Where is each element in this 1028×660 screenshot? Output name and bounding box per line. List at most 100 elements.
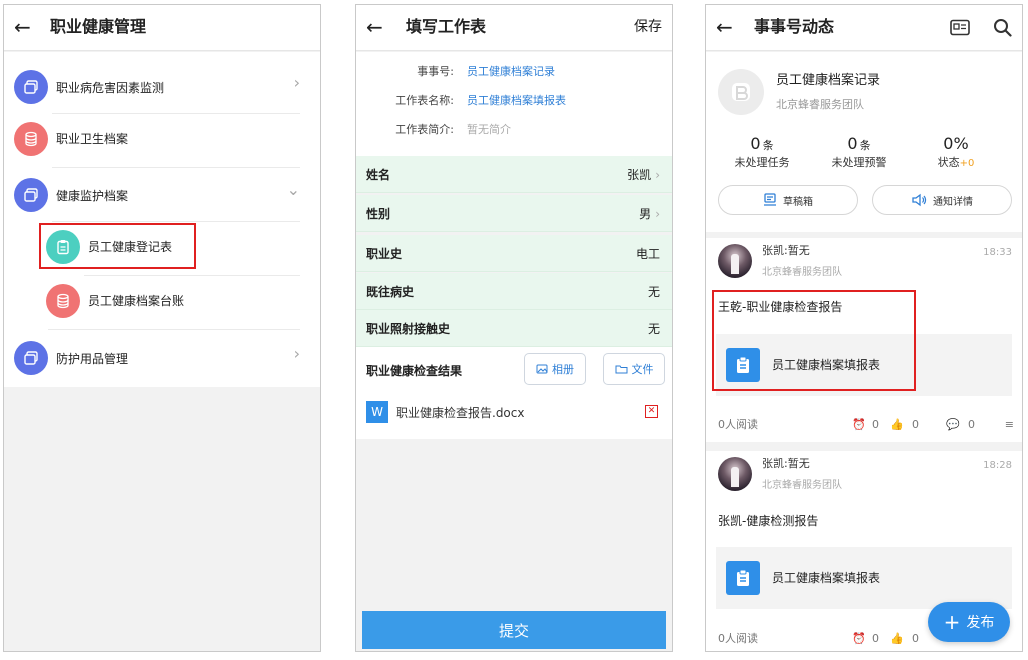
file-label: 文件	[631, 363, 654, 376]
menu-item-protective-equipment[interactable]: 防护用品管理 ›	[4, 330, 320, 384]
intro-value: 暂无简介	[467, 123, 511, 136]
menu-item-hygiene-archive[interactable]: 职业卫生档案	[4, 114, 320, 168]
menu-item-label: 职业病危害因素监测	[56, 81, 165, 95]
album-label: 相册	[552, 363, 574, 376]
stat-status: 0%	[943, 134, 969, 153]
page-title: 职业健康管理	[50, 17, 147, 36]
highlight-box	[712, 290, 916, 391]
alarm-count: 0	[872, 418, 879, 431]
attachment-name[interactable]: 职业健康检查报告.docx	[396, 405, 524, 421]
item-header: 员工健康档案记录 北京蜂睿服务团队 0条 未处理任务 0条 未处理预警 0% 状…	[706, 52, 1022, 232]
field-value: 无	[647, 322, 660, 336]
field-label: 姓名	[366, 168, 391, 182]
screen-item-feed: ← 事事号动态 员工健康档案记录 北京蜂睿服务团队 0条 未处理任务 0条 未处…	[705, 4, 1023, 652]
feed-post[interactable]: 张凯:暂无 北京蜂睿服务团队 18:33 王乾-职业健康检查报告 员工健康档案填…	[706, 238, 1022, 442]
like-icon[interactable]: 👍	[890, 631, 904, 647]
drafts-label: 草稿箱	[783, 196, 813, 208]
sheet-name-label: 工作表名称:	[395, 94, 454, 107]
field-label: 职业照射接触史	[366, 322, 451, 336]
alarm-icon[interactable]: ⏰	[852, 417, 866, 433]
post-team: 北京蜂睿服务团队	[762, 480, 842, 491]
chevron-right-icon: ›	[293, 73, 300, 92]
image-icon	[536, 364, 548, 374]
word-doc-icon: W	[366, 401, 388, 423]
drafts-button[interactable]: 草稿箱	[718, 185, 858, 215]
menu-item-label: 职业卫生档案	[56, 132, 129, 146]
chevron-right-icon: ›	[293, 344, 300, 363]
menu-item-label: 防护用品管理	[56, 352, 129, 366]
field-value: 电工	[635, 247, 660, 261]
stat-label: 未处理任务	[734, 156, 790, 169]
stat-pending-tasks: 0条	[750, 134, 774, 153]
folder-icon	[615, 365, 627, 374]
exam-result-label: 职业健康检查结果	[366, 364, 463, 378]
submenu-item-health-ledger[interactable]: 员工健康档案台账	[4, 276, 320, 330]
field-medical-history[interactable]: 既往病史 无	[356, 273, 672, 310]
field-value: 无	[647, 285, 660, 299]
highlight-box	[39, 223, 196, 269]
menu-item-hazard-monitoring[interactable]: 职业病危害因素监测 ›	[4, 60, 320, 114]
search-icon[interactable]	[993, 18, 1012, 41]
stat-pending-alerts: 0条	[847, 134, 871, 153]
stack-icon	[14, 178, 48, 212]
item-logo	[718, 69, 764, 115]
field-radiation-exposure[interactable]: 职业照射接触史 无	[356, 310, 672, 347]
save-button[interactable]: 保存	[634, 16, 662, 38]
back-arrow-icon[interactable]: ←	[366, 13, 383, 41]
alarm-icon[interactable]: ⏰	[852, 631, 866, 647]
top-bar: ← 职业健康管理	[4, 5, 320, 51]
speaker-icon	[912, 193, 927, 207]
avatar[interactable]	[718, 457, 752, 491]
item-team: 北京蜂睿服务团队	[776, 98, 864, 111]
item-name: 员工健康档案记录	[776, 73, 881, 88]
database-icon	[46, 284, 80, 318]
submit-button[interactable]: 提交	[362, 611, 666, 649]
field-value: 张凯	[627, 168, 652, 182]
read-count: 0人阅读	[718, 418, 758, 431]
screen-fill-worksheet: ← 填写工作表 保存 事事号: 员工健康档案记录 工作表名称: 员工健康档案填报…	[355, 4, 673, 652]
item-no-label: 事事号:	[417, 65, 454, 78]
comment-icon[interactable]: 💬	[946, 417, 960, 433]
publish-label: 发布	[966, 615, 995, 631]
item-no-link[interactable]: 员工健康档案记录	[467, 64, 555, 80]
page-title: 填写工作表	[406, 17, 487, 36]
delete-attachment-icon[interactable]: ✕	[645, 405, 658, 418]
field-occupation-history[interactable]: 职业史 电工	[356, 235, 672, 272]
post-author: 张凯:暂无	[762, 244, 810, 257]
page-title: 事事号动态	[754, 17, 835, 36]
read-count: 0人阅读	[718, 632, 758, 645]
post-text: 张凯-健康检测报告	[718, 514, 819, 528]
post-author: 张凯:暂无	[762, 457, 810, 470]
notice-details-button[interactable]: 通知详情	[872, 185, 1012, 215]
field-gender[interactable]: 性别 男 ›	[356, 195, 672, 232]
album-button[interactable]: 相册	[524, 353, 586, 385]
more-icon[interactable]: ≡	[1005, 417, 1014, 433]
publish-button[interactable]: + 发布	[928, 602, 1010, 642]
back-arrow-icon[interactable]: ←	[716, 13, 733, 41]
logo-glyph-icon	[732, 83, 750, 101]
post-team: 北京蜂睿服务团队	[762, 267, 842, 278]
clipboard-icon	[726, 561, 760, 595]
comment-count: 0	[968, 418, 975, 431]
stat-label: 未处理预警	[831, 156, 887, 169]
field-label: 性别	[366, 207, 391, 221]
back-arrow-icon[interactable]: ←	[14, 13, 31, 41]
chevron-right-icon: ›	[655, 207, 660, 221]
like-icon[interactable]: 👍	[890, 417, 904, 433]
sheet-name-link[interactable]: 员工健康档案填报表	[467, 93, 566, 109]
stack-icon	[14, 341, 48, 375]
menu-item-health-surveillance[interactable]: 健康监护档案 ⌄	[4, 168, 320, 222]
worksheet-info: 事事号: 员工健康档案记录 工作表名称: 员工健康档案填报表 工作表简介: 暂无…	[356, 52, 672, 156]
screen-occupational-health: ← 职业健康管理 职业病危害因素监测 › 职业卫生档案 健康监护档案 ⌄ 员工健…	[3, 4, 321, 652]
attached-form-card[interactable]: 员工健康档案填报表	[716, 547, 1012, 609]
post-time: 18:33	[983, 247, 1012, 258]
menu-item-label: 员工健康档案台账	[88, 294, 185, 308]
alarm-count: 0	[872, 632, 879, 645]
avatar[interactable]	[718, 244, 752, 278]
post-time: 18:28	[983, 460, 1012, 471]
field-name[interactable]: 姓名 张凯 ›	[356, 156, 672, 193]
file-button[interactable]: 文件	[603, 353, 665, 385]
chevron-down-icon: ⌄	[286, 180, 300, 199]
intro-label: 工作表简介:	[395, 123, 454, 136]
id-card-icon[interactable]	[950, 19, 970, 40]
